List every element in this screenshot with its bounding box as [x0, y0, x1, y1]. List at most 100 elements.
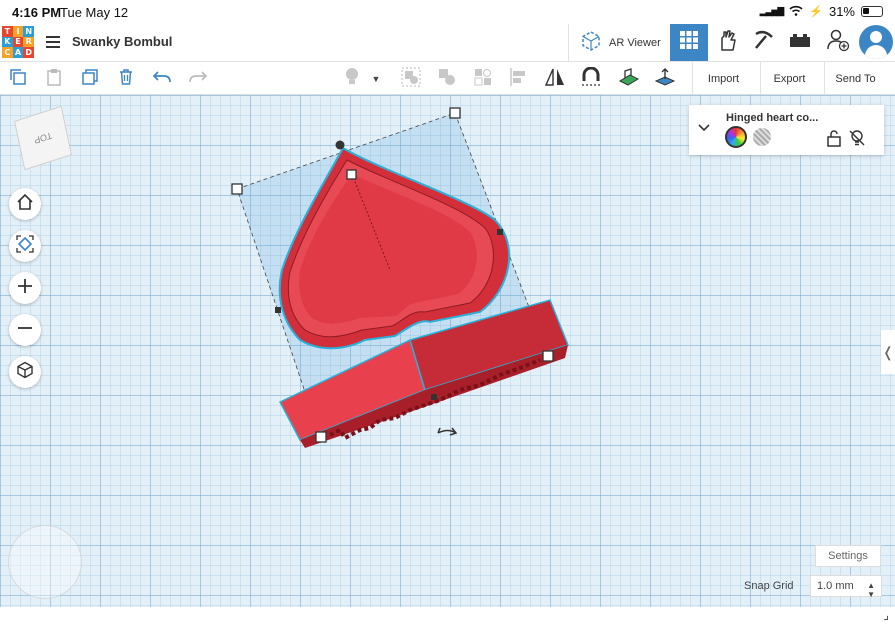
ruler-button[interactable]	[653, 67, 677, 91]
hand-gear-icon	[717, 28, 739, 57]
snap-grid-label: Snap Grid	[744, 580, 794, 592]
align-button[interactable]	[507, 67, 531, 91]
align-icon	[509, 67, 529, 92]
hole-swatch[interactable]	[753, 128, 771, 146]
logo-letter: I	[12, 26, 24, 37]
logo-letter: K	[2, 36, 13, 48]
3d-design-view-button[interactable]	[670, 24, 708, 61]
resize-handle-top-right[interactable]	[449, 107, 461, 119]
ruler-icon	[654, 67, 676, 92]
edge-handle-bottom[interactable]	[431, 394, 437, 400]
rotate-handle-icon[interactable]	[437, 427, 458, 436]
battery-percent: 31%	[828, 4, 855, 19]
ar-viewer-label: AR Viewer	[609, 36, 661, 49]
shapes-panel-toggle[interactable]: ❬	[881, 330, 895, 374]
paste-button[interactable]	[42, 67, 66, 91]
blocks-button[interactable]	[710, 24, 746, 61]
copy-icon	[9, 68, 27, 91]
logo-letter: A	[12, 47, 24, 58]
visibility-bulb-icon[interactable]	[848, 129, 866, 152]
trash-icon	[117, 68, 135, 91]
status-time: 4:16 PM	[12, 5, 62, 20]
shape-inspector: Hinged heart co...	[689, 105, 884, 155]
collapse-chevron-icon[interactable]	[698, 119, 710, 137]
bricks-button[interactable]	[782, 24, 818, 61]
pickaxe-icon	[753, 29, 775, 56]
group-icon	[401, 66, 421, 92]
mirror-button[interactable]	[543, 67, 567, 91]
height-handle[interactable]	[346, 169, 357, 180]
duplicate-icon	[81, 68, 99, 91]
duplicate-button[interactable]	[78, 67, 102, 91]
add-user-icon	[826, 28, 850, 57]
wifi-icon	[789, 4, 803, 19]
shape-name: Hinged heart co...	[726, 112, 819, 124]
logo-letter: D	[23, 47, 34, 58]
logo-letter: N	[23, 26, 34, 37]
project-title[interactable]: Swanky Bombul	[72, 34, 172, 49]
select-arrow-icon: ▲ ▼	[867, 581, 875, 599]
ar-viewer-button[interactable]: AR Viewer	[568, 24, 668, 61]
project-list-icon[interactable]	[46, 36, 60, 48]
lock-icon[interactable]	[826, 129, 842, 152]
workplane-icon	[618, 67, 640, 92]
status-bar: 4:16 PM Tue May 12 ▂▃▅▇ ⚡ 31%	[0, 0, 895, 24]
grid-icon	[680, 31, 698, 54]
cruise-button[interactable]	[579, 66, 603, 92]
notes-button[interactable]	[340, 67, 364, 91]
import-button[interactable]: Import	[692, 62, 754, 95]
resize-handle-bottom-left[interactable]	[315, 431, 327, 443]
lift-handle[interactable]	[335, 140, 345, 150]
solid-color-swatch[interactable]	[725, 126, 747, 148]
settings-button[interactable]: Settings	[815, 545, 881, 567]
chevron-left-icon: ❬	[882, 343, 894, 360]
lightbulb-icon	[343, 67, 361, 92]
snap-grid-select[interactable]: 1.0 mm ▲ ▼	[810, 575, 882, 599]
redo-button[interactable]	[186, 67, 210, 91]
model-scene[interactable]	[0, 95, 895, 607]
battery-icon	[861, 6, 883, 17]
brick-icon	[789, 32, 811, 53]
ungroup-button[interactable]	[435, 67, 459, 91]
status-date: Tue May 12	[60, 5, 129, 20]
bottom-strip: ⌟	[0, 607, 895, 625]
logo-letter: C	[2, 47, 13, 58]
edge-handle-right[interactable]	[497, 229, 503, 235]
charging-icon: ⚡	[809, 6, 823, 18]
edit-toolbar: ▼ Import Export Send To	[0, 62, 895, 95]
solid-hole-button[interactable]	[471, 67, 495, 91]
ar-cube-icon	[579, 29, 603, 56]
logo-letter: R	[23, 36, 34, 48]
shape-mix-icon	[473, 67, 493, 92]
workplane-button[interactable]	[617, 67, 641, 91]
group-button[interactable]	[399, 66, 423, 92]
delete-button[interactable]	[114, 67, 138, 91]
send-to-button[interactable]: Send To	[824, 62, 886, 95]
orbit-joystick[interactable]	[8, 525, 82, 599]
tinkercad-logo[interactable]: TINKERCAD	[2, 26, 34, 58]
logo-letter: T	[2, 26, 13, 37]
signal-icon: ▂▃▅▇	[759, 6, 785, 16]
user-avatar[interactable]	[859, 25, 893, 59]
ungroup-icon	[437, 67, 457, 92]
undo-button[interactable]	[150, 67, 174, 91]
paste-icon	[45, 68, 63, 91]
invite-user-button[interactable]	[820, 24, 856, 61]
logo-letter: E	[12, 36, 24, 48]
workplane-canvas[interactable]: TOP Hinged heart co... ❬ Settings Snap G…	[0, 95, 895, 607]
minecraft-button[interactable]	[746, 24, 782, 61]
snap-grid-value: 1.0 mm	[817, 580, 854, 592]
notes-dropdown-button[interactable]: ▼	[369, 67, 383, 91]
status-right: ▂▃▅▇ ⚡ 31%	[760, 4, 883, 19]
undo-icon	[152, 69, 172, 90]
export-button[interactable]: Export	[760, 62, 818, 95]
resize-handle-bottom-right[interactable]	[542, 350, 554, 362]
edge-handle-left[interactable]	[275, 307, 281, 313]
magnet-icon	[580, 66, 602, 92]
mirror-icon	[544, 67, 566, 92]
corner-drag-icon: ⌟	[883, 608, 889, 622]
resize-handle-top-left[interactable]	[231, 183, 243, 195]
copy-button[interactable]	[6, 67, 30, 91]
redo-icon	[188, 69, 208, 90]
top-bar: TINKERCAD Swanky Bombul AR Viewer	[0, 24, 895, 62]
